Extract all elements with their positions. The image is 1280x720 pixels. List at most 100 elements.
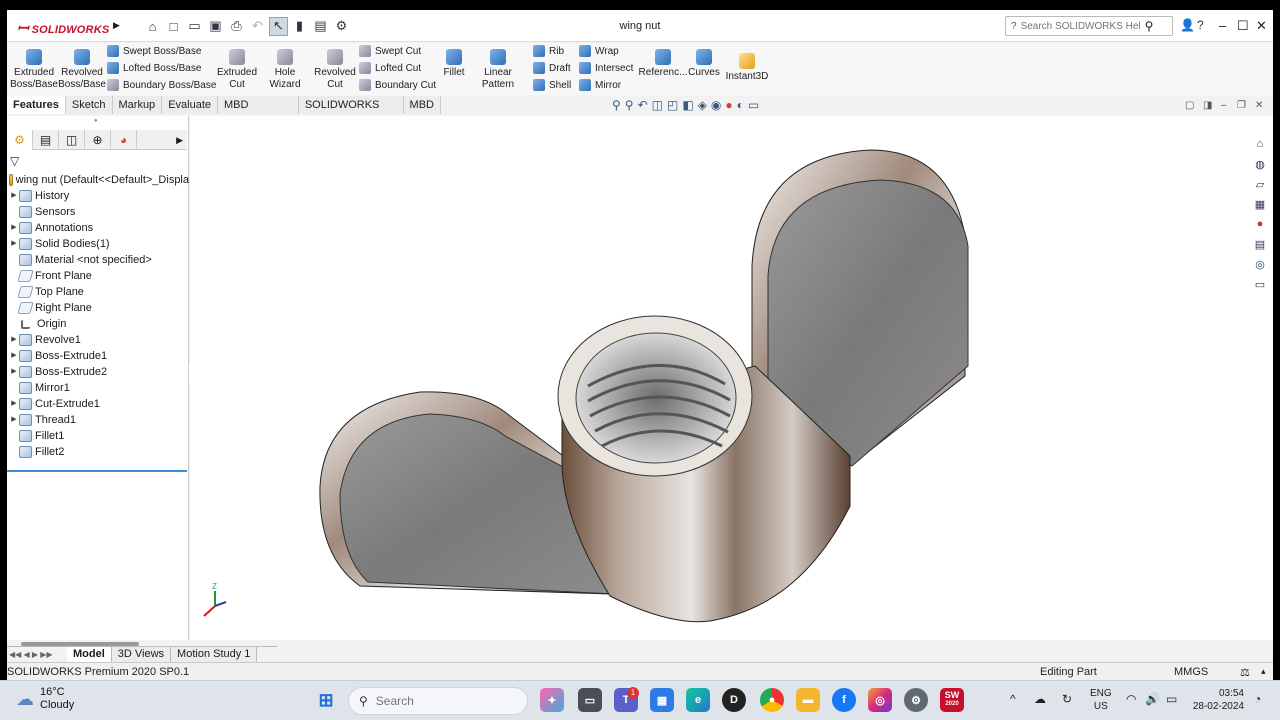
doc-restore-icon[interactable]: ▢ — [1185, 100, 1194, 111]
weather-widget[interactable]: ☁ 16°C Cloudy — [16, 686, 74, 712]
tab-markup[interactable]: Markup — [112, 96, 163, 114]
intersect-button[interactable]: Intersect — [579, 60, 633, 76]
view-orientation-icon[interactable]: ◧ — [682, 98, 693, 112]
instagram-icon[interactable]: ◎ — [868, 688, 892, 712]
view-palette-icon[interactable]: ▦ — [1252, 196, 1268, 212]
tree-item-annotations[interactable]: ▶ Annotations — [7, 220, 189, 236]
tab-mbd[interactable]: MBD — [403, 96, 441, 114]
fillet-button[interactable]: Fillet — [441, 49, 467, 79]
tree-item-boss-extrude1[interactable]: ▶ Boss-Extrude1 — [7, 348, 189, 364]
doc-tile-icon[interactable]: ◨ — [1203, 100, 1212, 111]
hole-wizard-button[interactable]: Hole Wizard — [260, 49, 310, 91]
doc-minimize-icon[interactable]: – — [1221, 100, 1227, 111]
design-library-icon[interactable]: ◍ — [1252, 156, 1268, 172]
tab-motion-study-1[interactable]: Motion Study 1 — [171, 647, 258, 662]
tree-root-part[interactable]: wing nut (Default<<Default>_Displa — [7, 172, 189, 188]
curves-button[interactable]: Curves — [687, 49, 721, 79]
boundary-boss-button[interactable]: Boundary Boss/Base — [107, 77, 216, 93]
tree-item-revolve1[interactable]: ▶ Revolve1 — [7, 332, 189, 348]
rollback-bar[interactable] — [7, 470, 187, 472]
wrap-button[interactable]: Wrap — [579, 43, 619, 59]
rebuild-icon[interactable]: ▮ — [290, 17, 309, 36]
help-question-icon[interactable]: ? — [1197, 18, 1204, 32]
chrome-icon[interactable]: ● — [760, 688, 784, 712]
configuration-manager-tab-icon[interactable]: ◫ — [59, 130, 85, 150]
tree-item-material[interactable]: Material <not specified> — [7, 252, 189, 268]
system-clock[interactable]: 03:54 28-02-2024 — [1192, 687, 1244, 713]
custom-properties-icon[interactable]: ▤ — [1252, 236, 1268, 252]
reference-geometry-button[interactable]: Referenc... — [639, 49, 687, 79]
boundary-cut-button[interactable]: Boundary Cut — [359, 77, 436, 93]
solidworks-resources-icon[interactable]: ⌂ — [1252, 136, 1268, 152]
battery-icon[interactable]: ▭ — [1166, 692, 1177, 706]
open-folder-icon[interactable]: ▭ — [185, 17, 204, 36]
display-style-icon[interactable]: ◈ — [698, 98, 707, 112]
expand-arrow-icon[interactable]: ▶ — [9, 220, 19, 236]
apply-scene-icon[interactable]: ◐ — [737, 98, 744, 112]
file-explorer-icon[interactable]: ▬ — [796, 688, 820, 712]
expand-arrow-icon[interactable]: ▶ — [9, 332, 19, 348]
windows-start-icon[interactable]: ⊞ — [314, 688, 338, 712]
lofted-cut-button[interactable]: Lofted Cut — [359, 60, 421, 76]
expand-arrow-icon[interactable]: ▶ — [9, 348, 19, 364]
help-search-box[interactable]: ? ⚲ — [1005, 16, 1173, 36]
select-pointer-icon[interactable]: ↖ — [269, 16, 288, 36]
zoom-to-area-icon[interactable]: ⚲ — [625, 98, 634, 112]
rib-button[interactable]: Rib — [533, 43, 564, 59]
settings-gear-icon[interactable]: ⚙ — [904, 688, 928, 712]
tree-item-mirror1[interactable]: Mirror1 — [7, 380, 189, 396]
section-view-icon[interactable]: ◫ — [652, 98, 663, 112]
tab-evaluate[interactable]: Evaluate — [162, 96, 218, 114]
facebook-icon[interactable]: f — [832, 688, 856, 712]
maximize-icon[interactable]: ☐ — [1237, 18, 1249, 34]
shell-button[interactable]: Shell — [533, 77, 571, 93]
sync-icon[interactable]: ↻ — [1062, 692, 1072, 706]
unit-system[interactable]: MMGS — [1174, 666, 1208, 678]
tree-item-sensors[interactable]: Sensors — [7, 204, 189, 220]
tree-item-boss-extrude2[interactable]: ▶ Boss-Extrude2 — [7, 364, 189, 380]
wifi-icon[interactable]: ◠ — [1126, 692, 1136, 706]
tree-item-history[interactable]: ▶ History — [7, 188, 189, 204]
tree-item-origin[interactable]: Origin — [7, 316, 189, 332]
property-manager-tab-icon[interactable]: ▤ — [33, 130, 59, 150]
expand-arrow-icon[interactable]: ▶ — [9, 236, 19, 252]
file-properties-icon[interactable]: ▤ — [311, 17, 330, 36]
extruded-boss-button[interactable]: Extruded Boss/Base — [10, 49, 58, 91]
feature-manager-tab-icon[interactable]: ⚙ — [7, 130, 33, 150]
solidworks-logo[interactable]: ꟷ SOLIDWORKS — [17, 19, 109, 38]
taskbar-search-input[interactable] — [375, 694, 476, 708]
onedrive-cloud-icon[interactable]: ☁ — [1034, 692, 1046, 706]
previous-view-icon[interactable]: ↶ — [638, 98, 648, 112]
save-icon[interactable]: ▣ — [206, 17, 225, 36]
show-hidden-icons-icon[interactable]: ^ — [1010, 692, 1016, 706]
dell-icon[interactable]: D — [722, 688, 746, 712]
lofted-boss-button[interactable]: Lofted Boss/Base — [107, 60, 201, 76]
expand-arrow-icon[interactable]: ▶ — [9, 412, 19, 428]
tab-solidworks-add-ins[interactable]: SOLIDWORKS Add-Ins — [298, 96, 404, 129]
tree-item-right-plane[interactable]: Right Plane — [7, 300, 189, 316]
swept-boss-button[interactable]: Swept Boss/Base — [107, 43, 201, 59]
appearances-icon[interactable]: ● — [1252, 216, 1268, 232]
options-gear-icon[interactable]: ⚙ — [332, 17, 351, 36]
status-settings-icon[interactable]: ⚖ — [1240, 666, 1250, 679]
collaboration-icon[interactable]: ▭ — [1252, 276, 1268, 292]
home-icon[interactable]: ⌂ — [143, 17, 162, 36]
volume-icon[interactable]: 🔊 — [1145, 692, 1160, 706]
draft-button[interactable]: Draft — [533, 60, 571, 76]
tab-mbd-dimensions[interactable]: MBD Dimensions — [218, 96, 299, 129]
doc-maximize-icon[interactable]: ❐ — [1237, 100, 1246, 111]
revolved-boss-button[interactable]: Revolved Boss/Base — [58, 49, 106, 91]
menu-expand-icon[interactable]: ▶ — [113, 20, 120, 31]
mirror-button[interactable]: Mirror — [579, 77, 621, 93]
tab-3d-views[interactable]: 3D Views — [111, 647, 172, 662]
expand-arrow-icon[interactable]: ▶ — [9, 364, 19, 380]
graphics-area[interactable]: Z ⌂ ◍ ▱ ▦ ● ▤ ◎ ▭ — [190, 116, 1273, 640]
tab-sketch[interactable]: Sketch — [65, 96, 113, 114]
tab-scroll-arrows-icon[interactable]: ◀◀ ◀ ▶ ▶▶ — [7, 647, 67, 661]
doc-close-icon[interactable]: ✕ — [1255, 100, 1263, 111]
tree-item-fillet2[interactable]: Fillet2 — [7, 444, 189, 460]
solidworks-forum-icon[interactable]: ◎ — [1252, 256, 1268, 272]
revolved-cut-button[interactable]: Revolved Cut — [311, 49, 359, 91]
swept-cut-button[interactable]: Swept Cut — [359, 43, 421, 59]
expand-arrow-icon[interactable]: ▶ — [9, 396, 19, 412]
